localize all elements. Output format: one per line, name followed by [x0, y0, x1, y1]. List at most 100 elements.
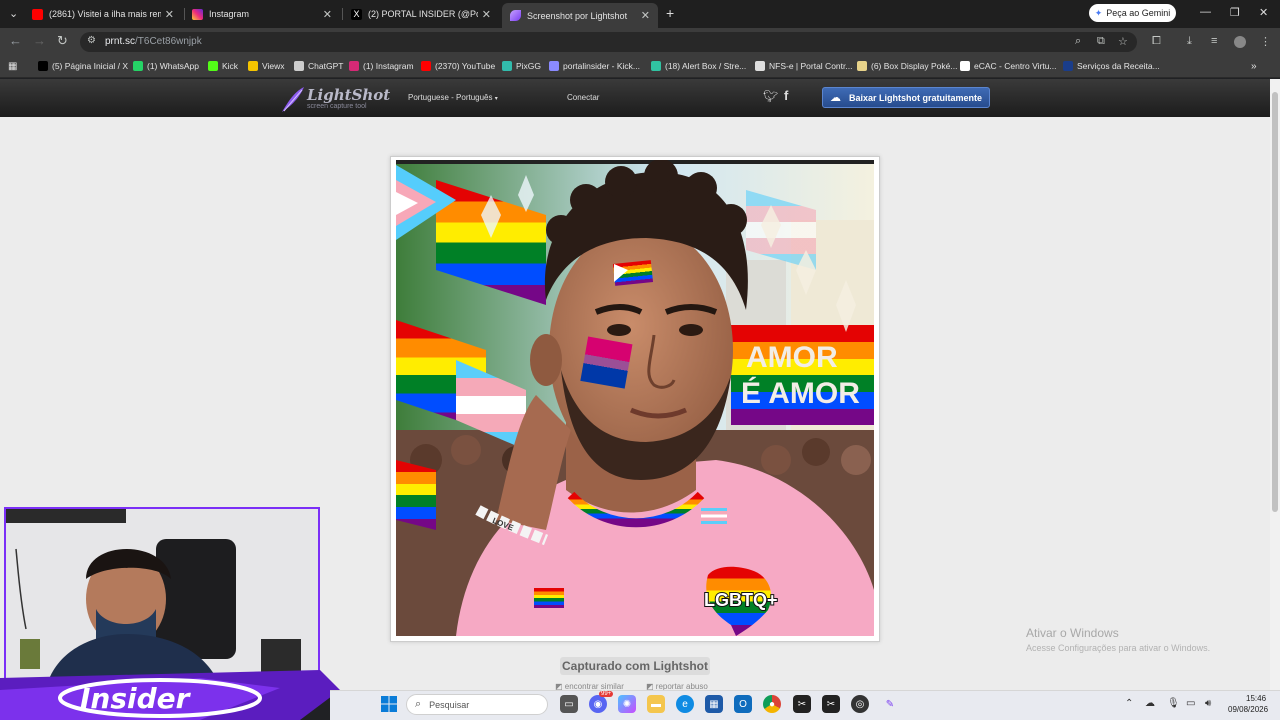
chevron-down-icon: ▾ [494, 96, 498, 102]
bookmark-item[interactable]: (5) Página Inicial / X [38, 61, 128, 71]
screenshot-image[interactable]: AMOR É AMOR LOVE LGBTQ+ [396, 160, 874, 636]
tab-search-icon[interactable]: ≡ [1211, 35, 1217, 47]
login-link[interactable]: Conectar [567, 93, 599, 102]
close-window-icon[interactable]: ✕ [1259, 6, 1268, 19]
bookmark-item[interactable]: (2370) YouTube [421, 61, 495, 71]
minimize-icon[interactable]: — [1200, 6, 1211, 18]
new-tab-icon[interactable]: + [666, 5, 674, 21]
bookmark-label: eCAC - Centro Virtu... [974, 61, 1057, 71]
webcam-overlay [4, 507, 320, 690]
bookmark-item[interactable]: Serviços da Receita... [1063, 61, 1160, 71]
tab-search-chevron-icon[interactable]: ⌄ [9, 7, 18, 20]
gemini-button-label: Peça ao Gemini [1106, 8, 1171, 18]
file-explorer-icon[interactable]: ▬ [647, 695, 665, 713]
copilot-icon[interactable]: ✺ [618, 695, 636, 713]
discord-icon[interactable]: ◉ [589, 695, 607, 713]
x-favicon-icon: X [351, 8, 362, 20]
facebook-icon[interactable]: f [784, 88, 788, 103]
downloads-icon[interactable]: ⤓ [1187, 35, 1192, 48]
edge-icon[interactable]: e [676, 695, 694, 713]
twitter-icon[interactable]: 🐦︎ [763, 89, 778, 103]
back-arrow-icon[interactable]: ← [9, 33, 22, 48]
more-bookmarks-icon[interactable]: » [1251, 61, 1257, 72]
instagram-favicon-icon [192, 8, 203, 20]
bookmark-item[interactable]: (18) Alert Box / Stre... [651, 61, 746, 71]
profile-avatar-icon[interactable] [1234, 36, 1246, 48]
close-tab-icon[interactable]: ✕ [482, 8, 491, 21]
microphone-icon[interactable]: 🎙︎ [1167, 698, 1180, 709]
bookmark-favicon-icon [133, 61, 143, 71]
chrome-icon[interactable]: ● [763, 695, 781, 713]
capcut-editor-icon[interactable]: ✂ [822, 695, 840, 713]
reload-icon[interactable]: ↻ [57, 33, 68, 49]
url-path: /T6Cet86wnjpk [135, 36, 202, 47]
close-tab-icon[interactable]: ✕ [165, 8, 174, 21]
lightshot-logo-tagline: screen capture tool [307, 103, 367, 110]
tab-instagram[interactable]: Instagram ✕ [184, 3, 340, 25]
zoom-icon[interactable]: ⌕ [1075, 35, 1081, 48]
clock-date[interactable]: 09/08/2026 [1228, 705, 1268, 714]
bookmark-item[interactable]: Viewx [248, 61, 285, 71]
bookmark-item[interactable]: NFS-e | Portal Contr... [755, 61, 852, 71]
bookmark-item[interactable]: (1) WhatsApp [133, 61, 199, 71]
insider-brand-banner: Insider [0, 670, 340, 720]
download-lightshot-button[interactable]: ☁ Baixar Lightshot gratuitamente [822, 87, 990, 108]
language-label: Portuguese - Português [408, 93, 493, 102]
cloud-sync-icon[interactable]: ☁ [1145, 698, 1155, 709]
bookmark-label: (1) WhatsApp [147, 61, 199, 71]
bookmark-label: (6) Box Display Poké... [871, 61, 958, 71]
bookmark-item[interactable]: Kick [208, 61, 238, 71]
apps-grid-icon[interactable]: ▦ [8, 61, 17, 72]
lightshot-tray-icon[interactable]: ✎ [881, 695, 899, 713]
close-tab-icon[interactable]: ✕ [641, 9, 650, 22]
address-bar[interactable] [80, 32, 1137, 52]
language-selector[interactable]: Portuguese - Português ▾ [408, 93, 498, 102]
bookmark-favicon-icon [549, 61, 559, 71]
lightshot-logo-name[interactable]: LightShot [307, 86, 390, 104]
obs-icon[interactable]: ◎ [851, 695, 869, 713]
clock-time[interactable]: 15:46 [1246, 694, 1266, 703]
bookmark-star-icon[interactable]: ☆ [1118, 35, 1128, 48]
bookmark-favicon-icon [38, 61, 48, 71]
bookmark-item[interactable]: portalinsider - Kick... [549, 61, 640, 71]
restore-icon[interactable]: ❐ [1230, 6, 1240, 19]
bookmark-label: (5) Página Inicial / X [52, 61, 129, 71]
site-info-icon[interactable]: ⚙ [87, 35, 96, 46]
extensions-icon[interactable]: ⧠ [1152, 35, 1161, 48]
windows-start-icon[interactable] [381, 696, 397, 712]
tab-youtube[interactable]: (2861) Visitei a ilha mais remota ✕ [24, 3, 182, 25]
forward-arrow-icon[interactable]: → [33, 33, 46, 48]
bookmark-label: portalinsider - Kick... [563, 61, 640, 71]
tab-lightshot[interactable]: Screenshot por Lightshot ✕ [502, 3, 658, 28]
bookmark-favicon-icon [651, 61, 661, 71]
volume-icon[interactable]: 🔊︎ [1205, 698, 1211, 709]
bookmark-item[interactable]: PixGG [502, 61, 541, 71]
ask-gemini-button[interactable]: ✦ Peça ao Gemini [1089, 4, 1176, 22]
outlook-icon[interactable]: O [734, 695, 752, 713]
webcam-feed-image [6, 509, 318, 688]
bookmark-item[interactable]: (6) Box Display Poké... [857, 61, 957, 71]
bookmark-favicon-icon [294, 61, 304, 71]
bookmark-item[interactable]: eCAC - Centro Virtu... [960, 61, 1057, 71]
store-icon[interactable]: ▦ [705, 695, 723, 713]
insider-logo-text: Insider [80, 682, 192, 715]
capcut-icon[interactable]: ✂ [793, 695, 811, 713]
taskbar-search[interactable]: ⌕ Pesquisar [406, 694, 548, 715]
youtube-favicon-icon [32, 8, 43, 20]
captured-with-lightshot-label[interactable]: Capturado com Lightshot [560, 657, 710, 675]
bookmark-label: ChatGPT [308, 61, 344, 71]
show-hidden-icons-icon[interactable]: ⌃ [1125, 698, 1133, 709]
download-cloud-icon: ☁ [829, 92, 841, 104]
bookmark-item[interactable]: (1) Instagram [349, 61, 414, 71]
install-app-icon[interactable]: ⧉ [1097, 35, 1105, 48]
bookmark-item[interactable]: ChatGPT [294, 61, 343, 71]
url-text[interactable]: prnt.sc/T6Cet86wnjpk [105, 36, 202, 47]
network-icon[interactable]: ▭ [1186, 698, 1195, 709]
lgbtq-badge-text: LGBTQ+ [704, 590, 778, 610]
scrollbar-thumb[interactable] [1272, 92, 1278, 512]
menu-kebab-icon[interactable]: ⋮ [1260, 35, 1271, 48]
tab-x-portal-insider[interactable]: X (2) PORTAL INSIDER (@Portal_I ✕ [343, 3, 499, 25]
tab-title: (2) PORTAL INSIDER (@Portal_I [368, 9, 478, 19]
task-view-icon[interactable]: ▭ [560, 695, 578, 713]
close-tab-icon[interactable]: ✕ [323, 8, 332, 21]
